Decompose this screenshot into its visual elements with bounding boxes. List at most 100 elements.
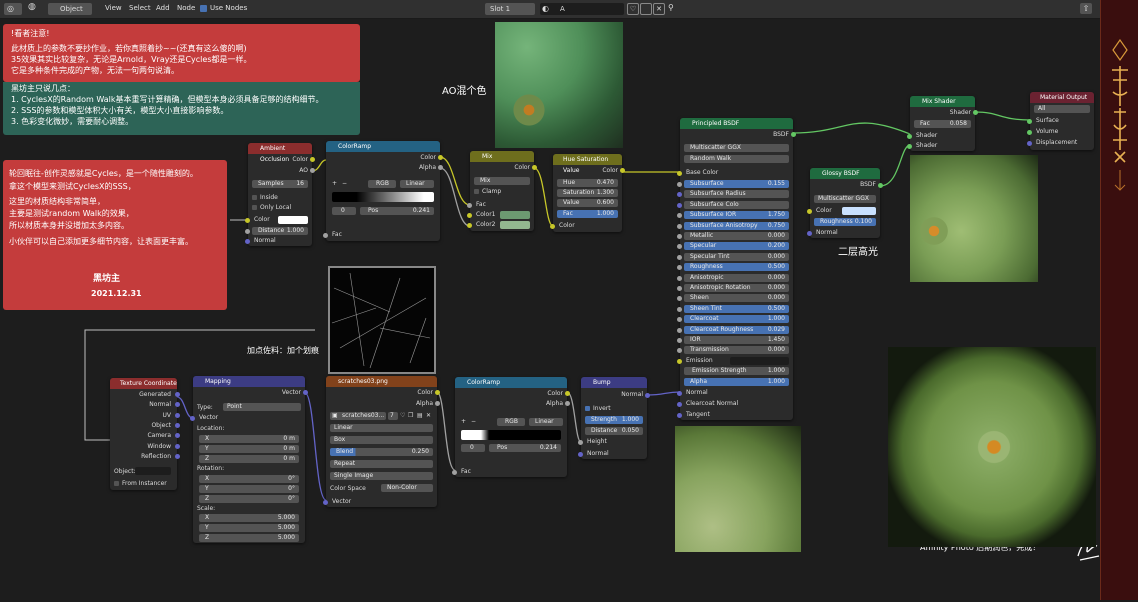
location-x-field[interactable]: X 0 m: [199, 435, 299, 443]
output-socket[interactable]: [435, 401, 440, 406]
duplicate-icon[interactable]: ❐: [408, 412, 413, 419]
bsdf-param-field[interactable]: IOR 1.450: [684, 336, 789, 344]
bsdf-param-field[interactable]: Roughness 0.500: [684, 263, 789, 272]
add-stop-button[interactable]: +: [332, 180, 337, 187]
mix-shader-node[interactable]: Mix Shader Shader Fac 0.058 Shader Shader: [907, 96, 978, 151]
input-socket[interactable]: [677, 182, 682, 187]
input-socket[interactable]: [245, 229, 250, 234]
user-count[interactable]: 7: [388, 412, 398, 420]
object-picker[interactable]: [135, 467, 171, 475]
stop-index-field[interactable]: 0: [332, 207, 356, 215]
output-socket[interactable]: [175, 392, 180, 397]
scale-z-field[interactable]: Z 5.000: [199, 534, 299, 542]
bsdf-param-field[interactable]: Sheen 0.000: [684, 294, 789, 303]
output-socket[interactable]: [620, 168, 625, 173]
location-z-field[interactable]: Z 0 m: [199, 455, 299, 463]
distance-field[interactable]: Distance 0.050: [585, 427, 643, 435]
points-note-frame[interactable]: 黑坊主只说几点： 1. CyclesX的Random Walk基本重写计算精确，…: [3, 82, 360, 135]
bsdf-param-field[interactable]: Subsurface 0.155: [684, 180, 789, 188]
input-socket[interactable]: [467, 203, 472, 208]
bsdf-param-field[interactable]: Clearcoat 1.000: [684, 315, 789, 324]
input-socket[interactable]: [677, 265, 682, 271]
from-instancer-checkbox[interactable]: [114, 481, 119, 486]
input-socket[interactable]: [677, 202, 682, 208]
color2-swatch[interactable]: [500, 221, 530, 229]
bsdf-param-field[interactable]: Specular 0.200: [684, 242, 789, 251]
output-socket[interactable]: [565, 391, 570, 396]
image-texture-node[interactable]: scratches03.png Color Alpha ▣ scratches03…: [323, 376, 440, 507]
rotation-z-field[interactable]: Z 0°: [199, 495, 299, 503]
inside-checkbox[interactable]: [252, 195, 257, 200]
input-socket[interactable]: [677, 244, 682, 250]
input-socket[interactable]: [907, 144, 912, 149]
fac-field[interactable]: Fac 0.058: [914, 120, 971, 128]
interpolation-dropdown[interactable]: Linear: [330, 424, 433, 432]
input-socket[interactable]: [677, 171, 682, 176]
shader-type-dropdown[interactable]: Object: [48, 3, 92, 15]
scale-y-field[interactable]: Y 5.000: [199, 524, 299, 532]
invert-checkbox[interactable]: [585, 406, 590, 411]
input-socket[interactable]: [578, 452, 583, 457]
mix-rgb-node[interactable]: Mix Color Mix Clamp Fac Color1 Color2: [467, 151, 537, 231]
subsurface-method-dropdown[interactable]: Random Walk: [684, 155, 789, 163]
editor-type-button[interactable]: ◎: [4, 3, 22, 15]
add-stop-button[interactable]: +: [461, 418, 466, 425]
parent-up-icon[interactable]: ⇧: [1080, 3, 1092, 14]
texture-coordinate-node[interactable]: Texture Coordinate Generated Normal UV Obje…: [110, 378, 180, 490]
hue-saturation-value-node[interactable]: Hue Saturation Value Color Hue 0.470 Satu…: [550, 154, 625, 232]
input-socket[interactable]: [677, 296, 682, 302]
scale-x-field[interactable]: X 5.000: [199, 514, 299, 522]
output-socket[interactable]: [303, 390, 308, 395]
menu-select[interactable]: Select: [129, 4, 151, 12]
output-socket[interactable]: [175, 443, 180, 449]
rotation-x-field[interactable]: X 0°: [199, 475, 299, 483]
blend-type-dropdown[interactable]: Mix: [474, 177, 530, 185]
emission-strength-field[interactable]: Emission Strength 1.000: [684, 367, 789, 375]
input-socket[interactable]: [677, 338, 682, 343]
output-socket[interactable]: [310, 168, 315, 173]
input-socket[interactable]: [1027, 130, 1032, 135]
input-socket[interactable]: [677, 254, 682, 260]
color-swatch[interactable]: [278, 216, 308, 224]
bsdf-param-field[interactable]: Subsurface Anisotropy 0.750: [684, 221, 789, 230]
output-socket[interactable]: [878, 183, 883, 188]
output-socket[interactable]: [532, 165, 537, 170]
warning-note-frame[interactable]: !看者注意! 此材质上的参数不要抄作业，若你真照着抄~~(还真有这么傻的啊) 3…: [3, 24, 360, 82]
input-socket[interactable]: [677, 306, 682, 312]
input-socket[interactable]: [550, 224, 555, 229]
open-folder-icon[interactable]: ▤: [417, 412, 423, 419]
menu-add[interactable]: Add: [156, 4, 170, 12]
strength-field[interactable]: Strength 1.000: [585, 416, 643, 424]
input-socket[interactable]: [807, 231, 812, 236]
output-socket[interactable]: [175, 453, 180, 459]
clamp-checkbox[interactable]: [474, 189, 479, 194]
stop-position-field[interactable]: Pos 0.214: [489, 444, 561, 452]
output-socket[interactable]: [791, 132, 796, 137]
menu-node[interactable]: Node: [177, 4, 195, 12]
use-nodes-checkbox[interactable]: [200, 5, 207, 12]
input-socket[interactable]: [467, 213, 472, 218]
only-local-checkbox[interactable]: [252, 205, 257, 210]
input-socket[interactable]: [467, 223, 472, 228]
bsdf-param-field[interactable]: Specular Tint 0.000: [684, 252, 789, 261]
material-selector[interactable]: ◐ A: [540, 3, 624, 15]
glossy-bsdf-node[interactable]: Glossy BSDF BSDF Multiscatter GGX Color …: [807, 168, 883, 238]
bsdf-param-field[interactable]: Anisotropic 0.000: [684, 273, 789, 282]
menu-view[interactable]: View: [105, 4, 122, 12]
output-socket[interactable]: [175, 422, 180, 428]
bsdf-param-field[interactable]: Sheen Tint 0.500: [684, 304, 789, 313]
input-socket[interactable]: [677, 213, 682, 219]
output-socket[interactable]: [435, 390, 440, 395]
principled-bsdf-node[interactable]: Principled BSDF BSDF Multiscatter GGX Ra…: [677, 118, 796, 420]
input-socket[interactable]: [323, 500, 328, 505]
target-dropdown[interactable]: All: [1034, 105, 1090, 113]
input-socket[interactable]: [677, 413, 682, 418]
distribution-dropdown[interactable]: Multiscatter GGX: [684, 144, 789, 152]
input-socket[interactable]: [1027, 141, 1032, 146]
input-socket[interactable]: [245, 239, 250, 244]
fake-user-icon[interactable]: ♡: [400, 412, 405, 419]
mapping-node[interactable]: Mapping Vector Type: Point Vector Locati…: [190, 376, 308, 543]
input-socket[interactable]: [190, 416, 195, 421]
input-socket[interactable]: [452, 470, 457, 475]
color1-swatch[interactable]: [500, 211, 530, 219]
